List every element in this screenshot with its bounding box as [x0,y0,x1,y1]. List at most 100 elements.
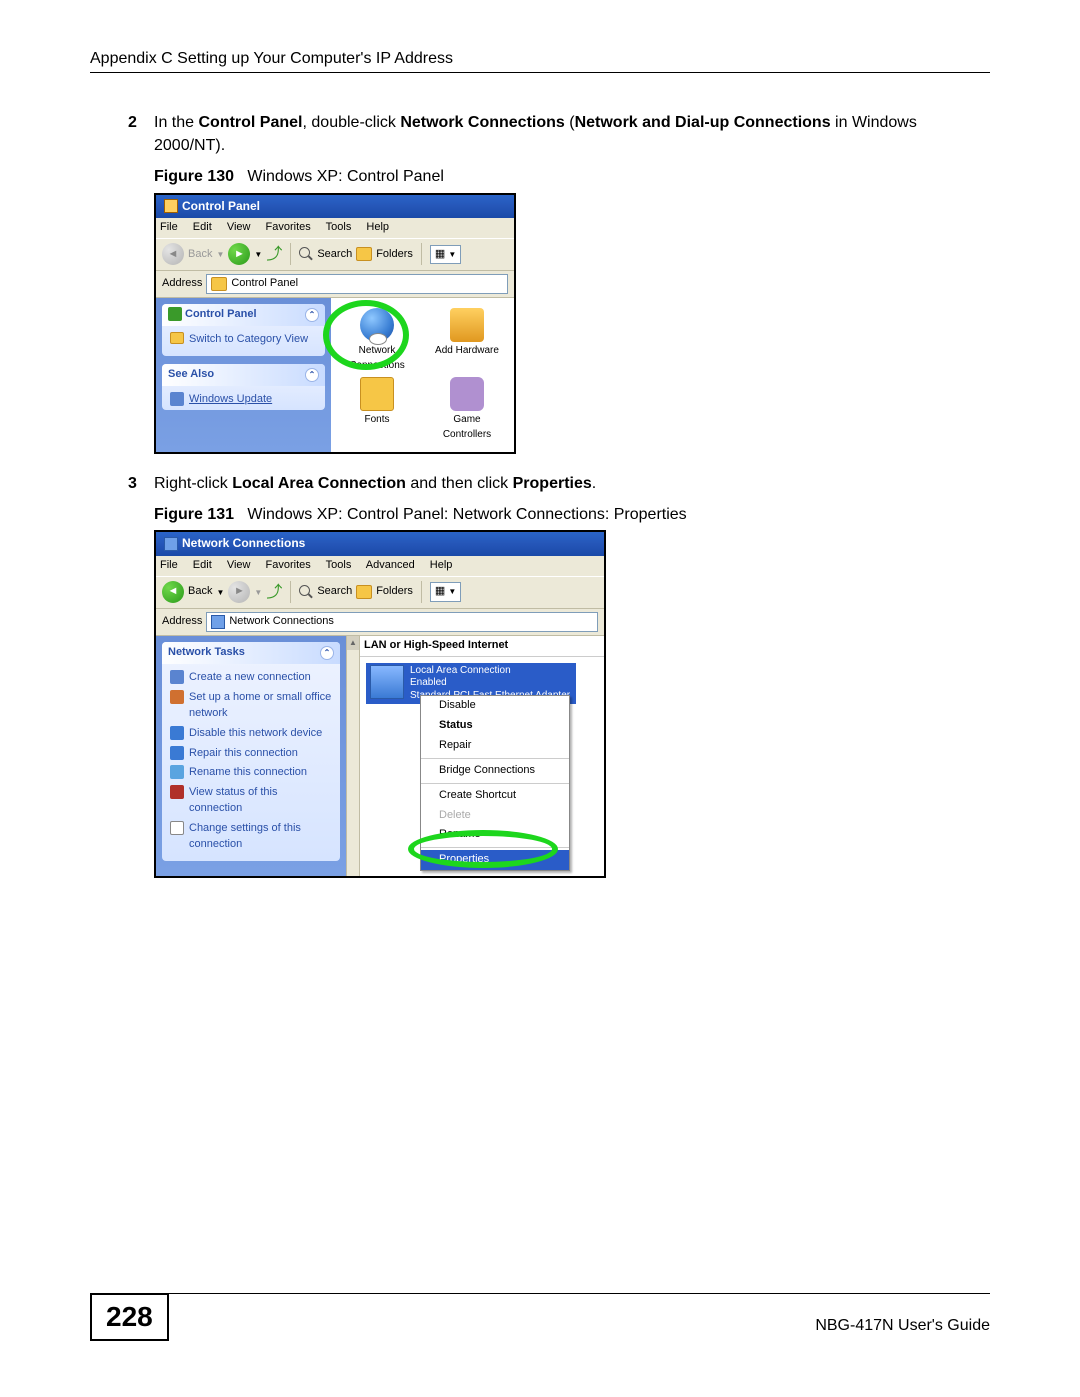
up-button[interactable]: ⤴ [266,581,282,604]
address-field[interactable]: Control Panel [206,274,508,294]
menu-bar[interactable]: File Edit View Favorites Tools Advanced … [156,556,604,576]
address-icon [211,277,227,291]
folders-icon[interactable] [356,247,372,261]
search-icon[interactable] [299,585,313,599]
address-field[interactable]: Network Connections [206,612,598,632]
step-3-number: 3 [128,472,137,495]
back-button-icon: ◄ [162,243,184,265]
step-3: 3 Right-click Local Area Connection and … [90,472,990,878]
menu-tools[interactable]: Tools [326,221,352,233]
task-create-connection[interactable]: Create a new connection [170,668,332,688]
back-button-icon[interactable]: ◄ [162,581,184,603]
ctx-disable[interactable]: Disable [421,696,569,716]
section-title: Appendix C Setting up Your Computer's IP… [90,50,453,68]
rename-icon [170,765,184,779]
switch-category-link[interactable]: Switch to Category View [170,330,317,350]
lan-icon [370,665,404,699]
fonts-icon[interactable]: Fonts [341,377,413,442]
folders-icon[interactable] [356,585,372,599]
folder-icon [170,332,184,344]
address-bar: Address Network Connections [156,609,604,636]
collapse-icon[interactable]: ⌃ [305,368,319,382]
menu-edit[interactable]: Edit [193,559,212,571]
new-conn-icon [170,670,184,684]
sidebar-see-also-head[interactable]: See Also ⌃ [162,364,325,386]
content-area: Network Connections Add Hardware Fonts G… [331,298,514,452]
screenshot-control-panel: Control Panel File Edit View Favorites T… [154,193,516,454]
folders-button[interactable]: Folders [376,247,413,263]
page-footer: 228 NBG-417N User's Guide [90,1293,990,1341]
disable-icon [170,726,184,740]
folders-button[interactable]: Folders [376,584,413,600]
search-icon[interactable] [299,247,313,261]
views-button[interactable]: ▦ ▼ [430,245,461,265]
menu-view[interactable]: View [227,221,251,233]
cp-title-icon [164,199,178,213]
search-button[interactable]: Search [317,247,352,263]
window-title-bar: Network Connections [156,532,604,555]
ctx-status[interactable]: Status [421,716,569,736]
content-area: LAN or High-Speed Internet Local Area Co… [360,636,604,876]
sidebar-network-tasks-head[interactable]: Network Tasks ⌃ [162,642,340,664]
address-icon [211,615,225,629]
toolbar: ◄ Back ▼ ► ▼ ⤴ Search Folders ▦ ▼ [156,576,604,609]
menu-view[interactable]: View [227,559,251,571]
home-net-icon [170,690,184,704]
menu-tools[interactable]: Tools [326,559,352,571]
window-title-bar: Control Panel [156,195,514,218]
network-connections-icon[interactable]: Network Connections [341,308,413,373]
scrollbar[interactable]: ▲ [346,636,360,876]
windows-update-link[interactable]: Windows Update [170,390,317,410]
context-menu[interactable]: Disable Status Repair Bridge Connections… [420,695,570,872]
collapse-icon[interactable]: ⌃ [320,646,334,660]
task-disable-device[interactable]: Disable this network device [170,724,332,744]
ctx-shortcut[interactable]: Create Shortcut [421,786,569,806]
figure-131-caption: Figure 131 Windows XP: Control Panel: Ne… [154,503,990,526]
sidebar-control-panel-head[interactable]: Control Panel ⌃ [162,304,325,326]
address-bar: Address Control Panel [156,271,514,298]
windows-update-icon [170,392,184,406]
forward-button: ► [228,581,250,603]
step-2-number: 2 [128,111,137,134]
ctx-delete: Delete [421,806,569,826]
task-setup-network[interactable]: Set up a home or small office network [170,688,332,724]
search-button[interactable]: Search [317,584,352,600]
menu-help[interactable]: Help [430,559,453,571]
ctx-rename[interactable]: Rename [421,825,569,845]
menu-favorites[interactable]: Favorites [266,559,311,571]
settings-icon [170,821,184,835]
views-button[interactable]: ▦ ▼ [430,582,461,602]
screenshot-network-connections: Network Connections File Edit View Favor… [154,530,606,877]
menu-help[interactable]: Help [366,221,389,233]
section-lan: LAN or High-Speed Internet [360,636,604,657]
back-button: Back [188,247,212,263]
task-rename-connection[interactable]: Rename this connection [170,763,332,783]
task-view-status[interactable]: View status of this connection [170,783,332,819]
toolbar: ◄ Back ▼ ► ▼ ⤴ Search Folders ▦ ▼ [156,238,514,271]
repair-icon [170,746,184,760]
figure-130-caption: Figure 130 Windows XP: Control Panel [154,165,990,188]
collapse-icon[interactable]: ⌃ [305,308,319,322]
ctx-properties[interactable]: Properties [421,850,569,870]
forward-button[interactable]: ► [228,243,250,265]
up-button[interactable]: ⤴ [266,243,282,266]
menu-bar[interactable]: File Edit View Favorites Tools Help [156,218,514,238]
guide-title: NBG-417N User's Guide [815,1317,990,1341]
menu-file[interactable]: File [160,559,178,571]
ctx-bridge[interactable]: Bridge Connections [421,761,569,781]
back-button[interactable]: Back [188,584,212,600]
nc-title-icon [164,537,178,551]
task-change-settings[interactable]: Change settings of this connection [170,819,332,855]
status-icon [170,785,184,799]
add-hardware-icon[interactable]: Add Hardware [431,308,503,373]
step-2: 2 In the Control Panel, double-click Net… [90,111,990,454]
menu-file[interactable]: File [160,221,178,233]
ctx-repair[interactable]: Repair [421,736,569,756]
task-repair-connection[interactable]: Repair this connection [170,744,332,764]
menu-favorites[interactable]: Favorites [266,221,311,233]
game-controllers-icon[interactable]: Game Controllers [431,377,503,442]
sidebar: Control Panel ⌃ Switch to Category View … [156,298,331,452]
page-number: 228 [90,1293,169,1341]
menu-edit[interactable]: Edit [193,221,212,233]
menu-advanced[interactable]: Advanced [366,559,415,571]
